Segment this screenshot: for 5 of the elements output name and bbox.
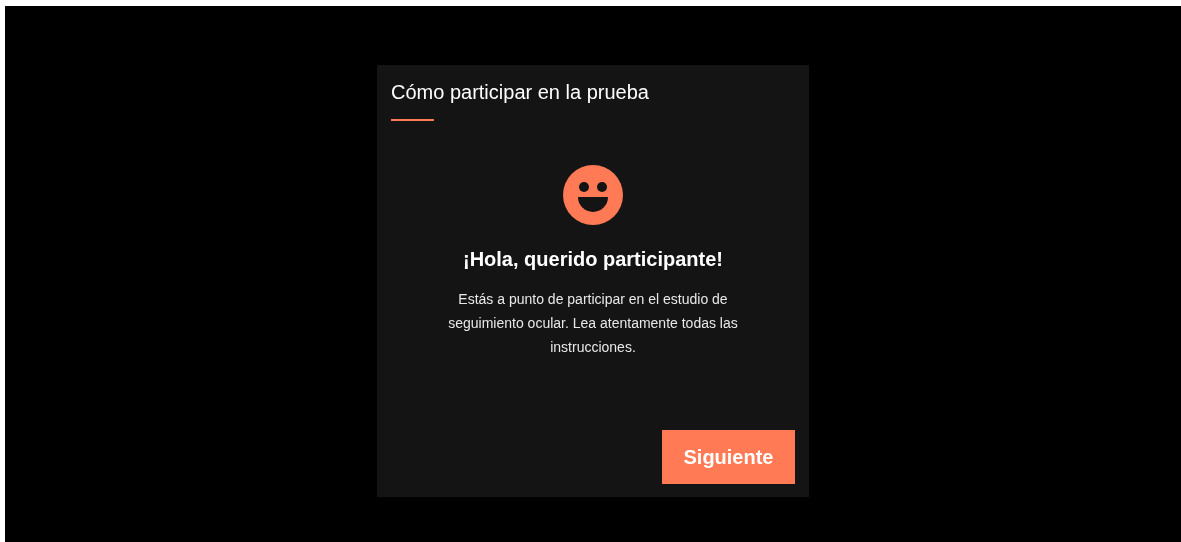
greeting-heading: ¡Hola, querido participante! <box>462 247 724 272</box>
smiley-icon <box>563 165 623 225</box>
intro-paragraph: Estás a punto de participar en el estudio de seguimiento ocular. Lea atentamente todas las instrucciones. <box>447 290 739 357</box>
next-button[interactable]: Siguiente <box>662 430 795 484</box>
dialog-title: Cómo participar en la prueba <box>391 80 650 105</box>
